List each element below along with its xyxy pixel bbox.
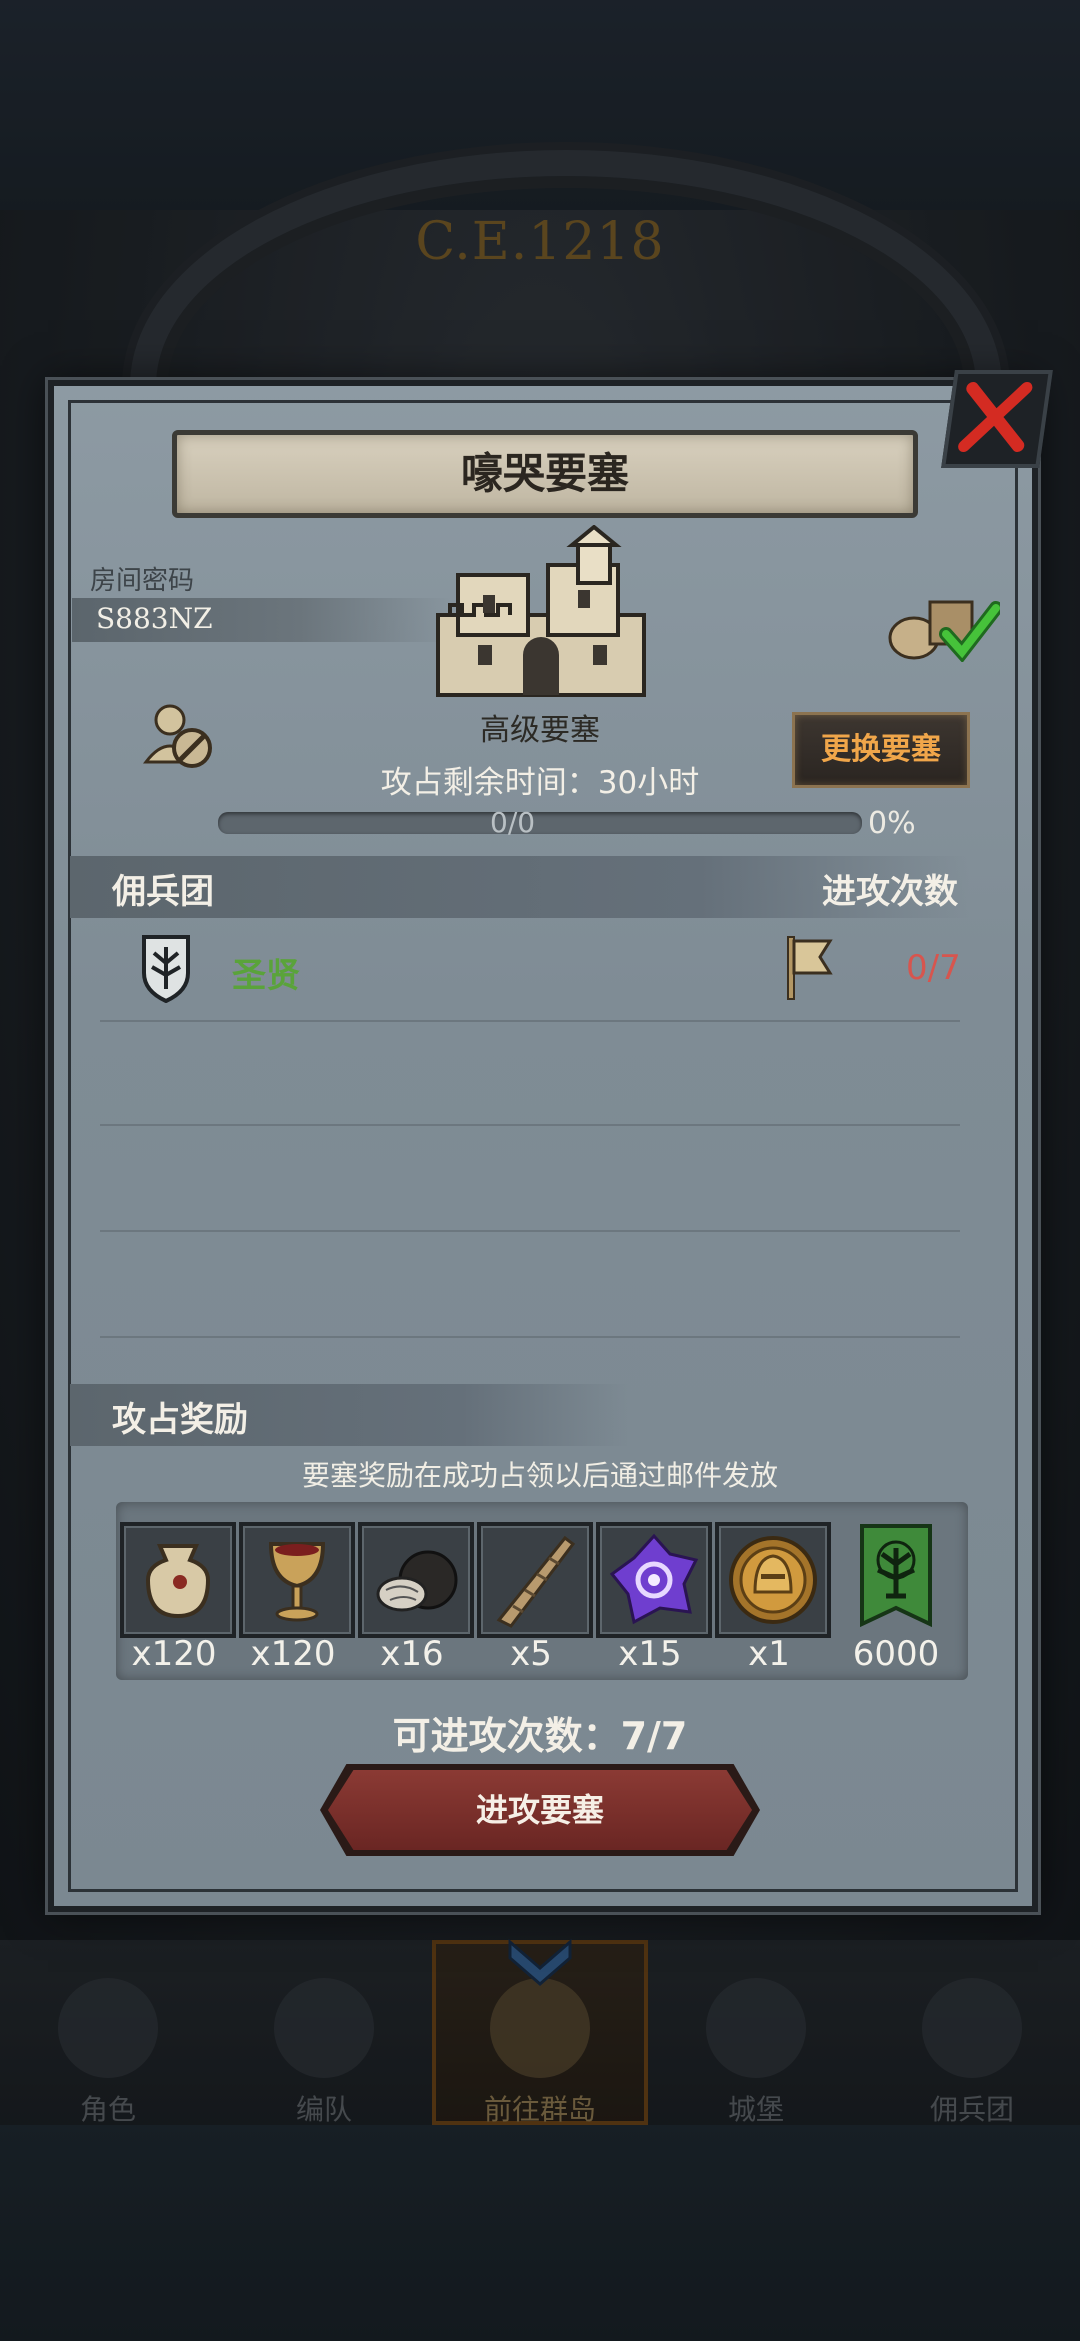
fortress-castle-icon (436, 525, 646, 697)
pouch-icon (145, 1544, 211, 1619)
reward-item-goblet[interactable] (239, 1522, 355, 1638)
capture-progress-count: 0/0 (490, 806, 536, 839)
reward-item-truffle[interactable] (358, 1522, 474, 1638)
goblet-icon (268, 1542, 326, 1622)
attacks-remaining: 可进攻次数：7/7 (392, 1714, 688, 1758)
reward-qty: x5 (510, 1634, 552, 1674)
reward-note: 要塞奖励在成功占领以后通过邮件发放 (301, 1459, 778, 1492)
reward-section-title: 攻占奖励 (112, 1400, 248, 1440)
purple-crystal-icon (609, 1533, 699, 1625)
reward-qty: x15 (618, 1634, 682, 1674)
dialog-title: 嚎哭要塞 (172, 430, 918, 518)
reward-item-horn[interactable] (477, 1522, 593, 1638)
capture-time-remaining: 攻占剩余时间：30小时 (380, 765, 700, 801)
close-icon (958, 382, 1033, 452)
guild-section-title: 佣兵团 (112, 872, 214, 912)
supply-bags-icon[interactable] (884, 590, 1000, 662)
attack-count-header: 进攻次数 (822, 872, 958, 912)
reward-qty: x16 (380, 1634, 444, 1674)
reward-qty: x120 (131, 1634, 217, 1674)
horn-icon (496, 1535, 576, 1628)
room-password-value[interactable]: S883NZ (96, 602, 213, 635)
knight-medal-icon (729, 1536, 817, 1624)
reward-item-pouch[interactable] (120, 1522, 236, 1638)
guild-banner-icon[interactable] (858, 1524, 934, 1628)
room-password-label: 房间密码 (90, 566, 195, 596)
truffle-icon (376, 1550, 458, 1612)
reward-item-crystal[interactable] (596, 1522, 712, 1638)
guild-attack-count: 0/7 (906, 948, 961, 988)
close-button[interactable] (941, 370, 1053, 468)
row-divider (100, 1124, 960, 1126)
attack-fortress-button[interactable]: 进攻要塞 (328, 1770, 752, 1850)
capture-progress-percent: 0% (868, 806, 916, 841)
flag-icon (787, 936, 833, 1000)
reward-qty: x1 (748, 1634, 790, 1674)
reward-qty: x120 (250, 1634, 336, 1674)
reward-qty: 6000 (852, 1634, 940, 1674)
capture-progress-bar (218, 812, 862, 834)
row-divider (100, 1020, 960, 1022)
reward-item-medal[interactable] (715, 1522, 831, 1638)
row-divider (100, 1230, 960, 1232)
guild-emblem-icon (142, 935, 190, 1003)
row-divider (100, 1336, 960, 1338)
guild-name[interactable]: 圣贤 (232, 948, 300, 997)
